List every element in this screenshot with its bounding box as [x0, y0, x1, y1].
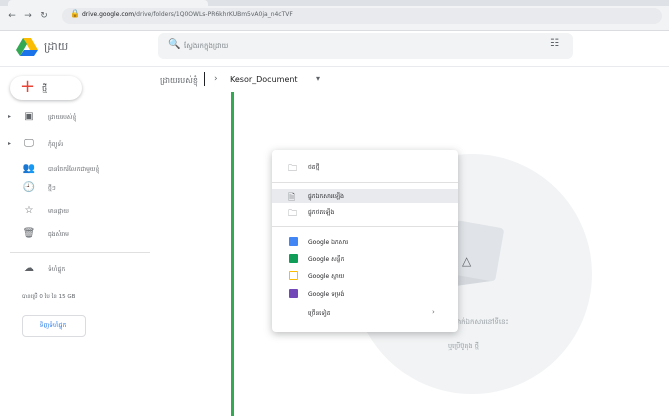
menu-item-label: ច្រើនទៀត: [308, 310, 331, 317]
reload-button[interactable]: ↻: [38, 10, 50, 22]
sidebar-item-recent[interactable]: 🕘 ថ្មីៗ: [0, 180, 150, 198]
sidebar-item-label: ធុងសំរាម: [48, 231, 69, 238]
clock-icon: 🕘: [22, 182, 36, 193]
menu-item-label: ផ្ទុកឯកសារឡើង: [308, 193, 344, 200]
drive-logo-icon: △: [462, 254, 472, 268]
breadcrumb-separator-icon: ›: [214, 74, 218, 84]
url-host: drive.google.com: [82, 11, 135, 18]
plus-icon: +: [20, 76, 36, 97]
menu-item-new-folder[interactable]: 🗀 ថតថ្មី: [272, 160, 458, 174]
file-upload-icon: 🗎: [288, 193, 296, 203]
cloud-icon: ☁: [24, 263, 34, 274]
menu-item-google-forms[interactable]: Google ទម្រង់: [272, 287, 458, 301]
folder-upload-icon: 🗀: [288, 209, 298, 219]
url-text[interactable]: drive.google.com/drive/folders/1Q0OWLs-P…: [82, 11, 293, 18]
expand-arrow-icon[interactable]: ▸: [8, 113, 11, 120]
new-button-label: ថ្មី: [42, 84, 48, 93]
annotation-line: [231, 92, 234, 416]
sidebar-item-label: ទំហំផ្ទុក: [48, 266, 66, 273]
sidebar-item-starred[interactable]: ☆ មានផ្កាយ: [0, 203, 150, 221]
sidebar-item-label: ថ្មីៗ: [48, 185, 56, 192]
google-sheets-icon: [289, 254, 298, 263]
sidebar-item-computers[interactable]: ▸ 🖵 កុំព្យូទ័រ: [0, 136, 150, 154]
menu-item-more[interactable]: ច្រើនទៀត ›: [272, 306, 458, 320]
breadcrumb-current[interactable]: Kesor_Document: [230, 75, 298, 84]
breadcrumb-root[interactable]: ដ្រាយរបស់ខ្ញុំ: [160, 75, 198, 87]
menu-item-label: Google ស្លាយ: [308, 273, 345, 280]
buy-storage-label: ទិញទំហំផ្ទុក: [39, 322, 67, 329]
menu-item-google-docs[interactable]: Google ឯកសារ: [272, 235, 458, 249]
star-icon: ☆: [24, 205, 34, 216]
sidebar-divider: [10, 252, 150, 253]
search-icon[interactable]: 🔍: [168, 39, 180, 50]
app-title: ដ្រាយ: [44, 40, 69, 53]
search-input[interactable]: ស្វែងរកក្នុងដ្រាយ: [184, 42, 228, 52]
my-drive-icon: ▣: [24, 111, 34, 122]
menu-item-file-upload[interactable]: 🗎 ផ្ទុកឯកសារឡើង: [272, 189, 458, 203]
expand-arrow-icon[interactable]: ▸: [8, 140, 11, 147]
sidebar-item-storage[interactable]: ☁ ទំហំផ្ទុក: [0, 261, 150, 279]
google-slides-icon: [289, 271, 298, 280]
url-path: /drive/folders/1Q0OWLs-PR6khrKUBm5vA0ja_…: [134, 11, 293, 18]
menu-item-folder-upload[interactable]: 🗀 ផ្ទុកថតឡើង: [272, 205, 458, 219]
sidebar-item-label: មានផ្កាយ: [48, 208, 69, 215]
sidebar-item-my-drive[interactable]: ▸ ▣ ដ្រាយរបស់ខ្ញុំ: [0, 109, 150, 127]
menu-item-google-sheets[interactable]: Google សន្លឹក: [272, 252, 458, 266]
sidebar-item-label: កុំព្យូទ័រ: [48, 141, 64, 148]
trash-icon: 🗑: [22, 228, 36, 239]
menu-item-google-slides[interactable]: Google ស្លាយ: [272, 269, 458, 283]
menu-item-label: Google ឯកសារ: [308, 239, 349, 246]
header-divider: [0, 66, 669, 67]
drive-logo-icon[interactable]: [16, 38, 38, 56]
menu-item-label: ថតថ្មី: [308, 164, 320, 171]
empty-state-title: ទម្លាក់ឯកសារនៅទីនេះ: [450, 318, 509, 326]
sidebar-item-label: បានចែករំលែកជាមួយខ្ញុំ: [48, 166, 100, 173]
chevron-down-icon[interactable]: ▾: [316, 74, 320, 83]
menu-item-label: Google ទម្រង់: [308, 291, 345, 298]
search-options-icon[interactable]: ☷: [550, 38, 559, 49]
back-button[interactable]: ←: [6, 10, 18, 22]
google-forms-icon: [289, 289, 298, 298]
storage-usage-text: បានប្រើ 0 បៃ នៃ 15 GB: [22, 294, 76, 300]
forward-button[interactable]: →: [22, 10, 34, 22]
menu-divider: [272, 226, 458, 227]
browser-tab[interactable]: [8, 0, 208, 6]
lock-icon: 🔒: [70, 9, 80, 18]
menu-item-label: Google សន្លឹក: [308, 256, 345, 263]
menu-item-label: ផ្ទុកថតឡើង: [308, 209, 335, 216]
google-docs-icon: [289, 237, 298, 246]
menu-divider: [272, 182, 458, 183]
chevron-right-icon: ›: [432, 308, 435, 316]
people-icon: 👥: [22, 163, 36, 174]
sidebar-item-trash[interactable]: 🗑 ធុងសំរាម: [0, 226, 150, 244]
text-cursor: [204, 72, 205, 86]
empty-state-subtitle: ឬប្រើប៊ូតុង ថ្មី: [448, 342, 479, 350]
new-folder-icon: 🗀: [288, 164, 298, 174]
sidebar-item-shared[interactable]: 👥 បានចែករំលែកជាមួយខ្ញុំ: [0, 161, 150, 179]
sidebar-item-label: ដ្រាយរបស់ខ្ញុំ: [48, 114, 77, 121]
computer-icon: 🖵: [24, 138, 34, 149]
